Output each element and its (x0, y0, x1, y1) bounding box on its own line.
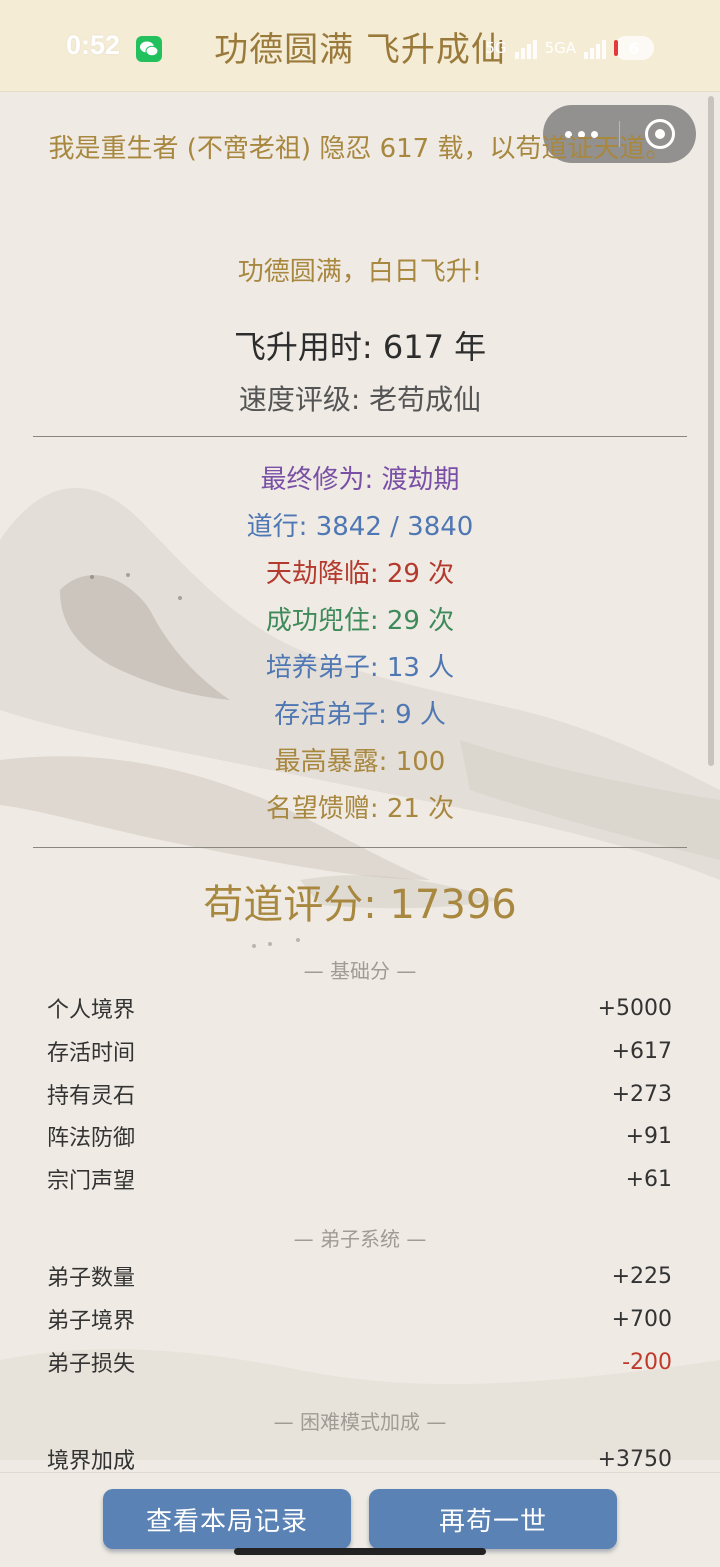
stat-disciples-trained: 培养弟子: 13 人 (265, 653, 455, 683)
view-record-button[interactable]: 查看本局记录 (103, 1489, 351, 1549)
row-label: 弟子境界 (47, 1309, 136, 1334)
score-row: 弟子损失 -200 (47, 1346, 672, 1378)
row-label: 境界加成 (47, 1449, 136, 1474)
stat-max-exposure: 最高暴露: 100 (274, 747, 446, 777)
score-row: 持有灵石 +273 (47, 1078, 672, 1110)
home-indicator[interactable] (234, 1548, 486, 1555)
network-label-5ga: 5GA (544, 39, 576, 57)
battery-level: 6 (628, 38, 640, 58)
row-label: 宗门声望 (47, 1169, 136, 1194)
ascend-time: 飞升用时: 617 年 (233, 328, 487, 366)
row-value-negative: -200 (622, 1349, 672, 1375)
stat-dao-progress: 道行: 3842 / 3840 (246, 512, 474, 542)
row-label: 弟子损失 (47, 1352, 136, 1377)
score-row: 个人境界 +5000 (47, 992, 672, 1024)
score-row: 宗门声望 +61 (47, 1163, 672, 1195)
section-base-label: — 基础分 — (303, 959, 417, 983)
row-value: +700 (611, 1306, 672, 1332)
stat-final-realm: 最终修为: 渡劫期 (260, 465, 460, 495)
row-label: 阵法防御 (47, 1126, 136, 1151)
signal-icon-2 (584, 37, 606, 59)
score-title: 苟道评分: 17396 (203, 882, 517, 928)
row-value: +3750 (597, 1446, 672, 1472)
speed-rating: 速度评级: 老苟成仙 (238, 383, 482, 416)
intro-subtext: 功德圆满，白日飞升! (237, 257, 483, 287)
row-label: 存活时间 (47, 1041, 136, 1066)
signal-icon (514, 37, 537, 59)
row-label: 弟子数量 (47, 1266, 136, 1291)
row-value: +617 (611, 1038, 672, 1064)
stat-survived-tribulations: 成功兜住: 29 次 (265, 606, 455, 636)
stat-disciples-alive: 存活弟子: 9 人 (274, 700, 446, 730)
battery-icon: 6 (614, 36, 654, 60)
divider-top (33, 436, 687, 437)
top-bar: 0:52 功德圆满 飞升成仙 5G 5GA 6 (0, 0, 720, 92)
play-again-button[interactable]: 再苟一世 (369, 1489, 617, 1549)
score-row: 阵法防御 +91 (47, 1120, 672, 1152)
row-value: +61 (625, 1166, 672, 1192)
row-value: +91 (625, 1123, 672, 1149)
row-label: 个人境界 (47, 998, 136, 1023)
stat-fame-gifts: 名望馈赠: 21 次 (265, 794, 455, 824)
score-row: 弟子数量 +225 (47, 1260, 672, 1292)
intro-text: 我是重生者 (不啻老祖) 隐忍 617 载，以苟道证天道。 (48, 134, 672, 164)
score-row: 弟子境界 +700 (47, 1303, 672, 1335)
section-hard-mode-label: — 困难模式加成 — (273, 1410, 447, 1434)
row-value: +273 (611, 1081, 672, 1107)
section-disciples-label: — 弟子系统 — (293, 1227, 427, 1251)
row-value: +5000 (597, 995, 672, 1021)
score-row: 存活时间 +617 (47, 1035, 672, 1067)
status-indicators: 5G 5GA 6 (485, 32, 654, 64)
divider-mid (33, 847, 687, 848)
row-label: 持有灵石 (47, 1084, 136, 1109)
score-row: 境界加成 +3750 (47, 1443, 672, 1475)
network-label-5g: 5G (485, 39, 507, 57)
row-value: +225 (611, 1263, 672, 1289)
stat-tribulations: 天劫降临: 29 次 (265, 559, 455, 589)
